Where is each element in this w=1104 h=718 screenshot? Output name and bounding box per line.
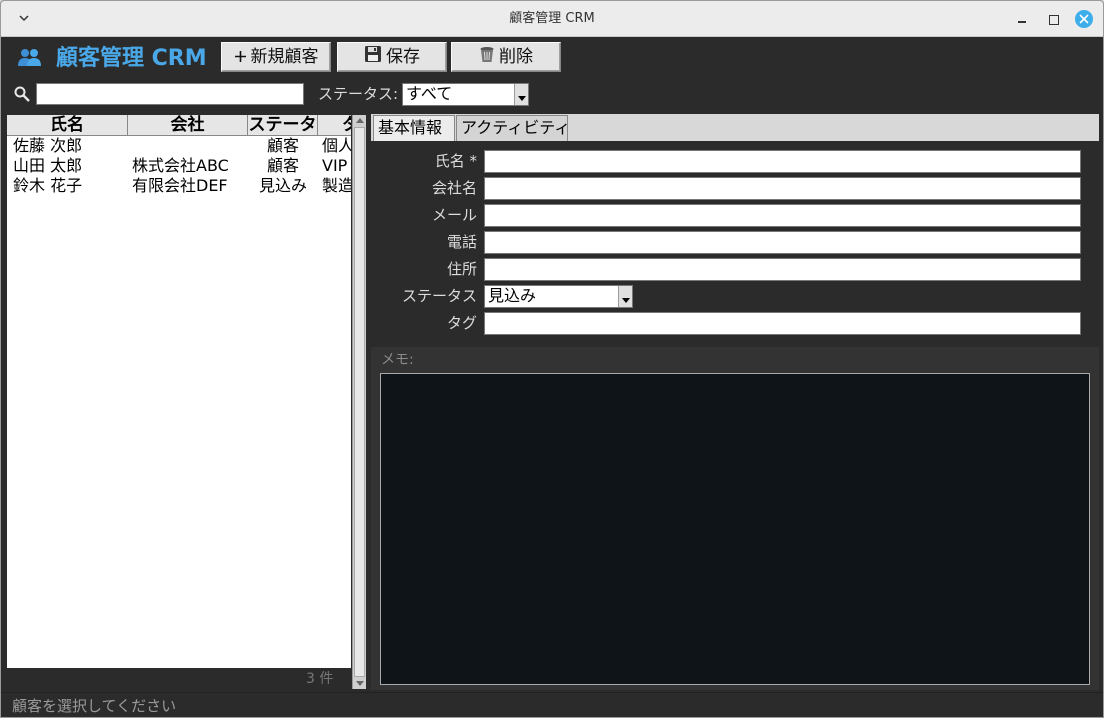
basic-info-form: 氏名 * 会社名 メール 電話 住所 ステータス 見込み タグ <box>371 141 1099 347</box>
name-label: 氏名 * <box>434 152 477 170</box>
table-row[interactable]: 佐藤 次郎 顧客 個人 <box>7 136 351 156</box>
close-button[interactable] <box>1075 10 1093 28</box>
app-window: 顧客管理 CRM 顧客管理 CRM 新規顧客 保存 削除 ステータス: すべて … <box>0 0 1104 718</box>
customer-table: 氏名 会社 ステータ タ 佐藤 次郎 顧客 個人 山田 太郎 株式会社ABC 顧… <box>7 115 351 668</box>
window-title: 顧客管理 CRM <box>509 11 595 26</box>
customer-detail-panel: 基本情報 アクティビティ 氏名 * 会社名 メール 電話 住所 ステータス 見込… <box>371 114 1099 690</box>
delete-button[interactable]: 削除 <box>451 42 561 72</box>
delete-label: 削除 <box>499 47 533 67</box>
new-customer-label: 新規顧客 <box>250 47 319 67</box>
floppy-disk-icon <box>364 44 382 72</box>
column-header-tag[interactable]: タ <box>318 115 351 136</box>
status-filter-value: すべて <box>406 84 453 103</box>
table-row[interactable]: 鈴木 花子 有限会社DEF 見込み 製造 <box>7 176 351 196</box>
save-button[interactable]: 保存 <box>337 42 447 72</box>
cell-tag: 個人 <box>322 136 351 155</box>
cell-name: 鈴木 花子 <box>13 176 83 195</box>
customer-list-panel: 氏名 会社 ステータ タ 佐藤 次郎 顧客 個人 山田 太郎 株式会社ABC 顧… <box>6 114 367 690</box>
memo-section: メモ: <box>371 347 1099 690</box>
cell-status: 顧客 <box>266 136 299 155</box>
address-field[interactable] <box>484 258 1081 281</box>
dropdown-arrow-icon <box>618 286 632 307</box>
cell-name: 山田 太郎 <box>13 156 83 175</box>
table-row[interactable]: 山田 太郎 株式会社ABC 顧客 VIP <box>7 156 351 176</box>
status-select-value: 見込み <box>488 286 537 305</box>
dropdown-arrow-icon <box>514 84 528 105</box>
memo-label: メモ: <box>381 352 414 368</box>
cell-name: 佐藤 次郎 <box>13 136 83 155</box>
memo-textarea[interactable] <box>380 373 1090 685</box>
search-input[interactable] <box>36 83 304 105</box>
new-customer-button[interactable]: 新規顧客 <box>221 42 331 72</box>
status-select[interactable]: 見込み <box>484 285 633 308</box>
app-title-text: 顧客管理 CRM <box>55 46 207 71</box>
trash-icon <box>479 44 495 72</box>
app-title: 顧客管理 CRM <box>17 43 207 73</box>
column-header-status[interactable]: ステータ <box>248 115 318 136</box>
record-count: 3 件 <box>306 671 334 687</box>
toolbar: 顧客管理 CRM 新規顧客 保存 削除 <box>1 37 1103 79</box>
table-header: 氏名 会社 ステータ タ <box>7 115 351 136</box>
cell-status: 見込み <box>258 176 307 195</box>
plus-icon <box>234 44 247 72</box>
column-header-company[interactable]: 会社 <box>128 115 248 136</box>
tag-label: タグ <box>446 314 477 332</box>
status-filter-select[interactable]: すべて <box>402 83 529 106</box>
scrollbar-thumb[interactable] <box>354 127 365 677</box>
email-field[interactable] <box>484 204 1081 227</box>
people-icon <box>17 46 50 70</box>
status-filter-label: ステータス: <box>318 85 399 103</box>
phone-label: 電話 <box>446 233 477 251</box>
column-header-name[interactable]: 氏名 <box>7 115 128 136</box>
scroll-up-icon[interactable] <box>356 118 364 123</box>
scroll-down-icon[interactable] <box>356 681 364 686</box>
tab-basic-info[interactable]: 基本情報 <box>373 115 455 141</box>
status-label: ステータス <box>401 287 477 305</box>
tab-bar: 基本情報 アクティビティ <box>371 114 1099 141</box>
search-bar: ステータス: すべて <box>1 79 1103 113</box>
cell-status: 顧客 <box>266 156 299 175</box>
tag-field[interactable] <box>484 312 1081 335</box>
cell-tag: 製造 <box>322 176 351 195</box>
maximize-button[interactable] <box>1044 10 1062 28</box>
table-scrollbar[interactable] <box>352 115 366 689</box>
status-message: 顧客を選択してください <box>12 697 177 715</box>
cell-tag: VIP <box>322 156 348 175</box>
close-icon <box>1079 14 1089 24</box>
search-icon <box>13 85 31 103</box>
company-label: 会社名 <box>431 179 477 197</box>
name-field[interactable] <box>484 150 1081 173</box>
minimize-button[interactable] <box>1013 10 1031 28</box>
address-label: 住所 <box>446 260 477 278</box>
tab-activity[interactable]: アクティビティ <box>456 115 570 141</box>
cell-company: 株式会社ABC <box>132 156 229 175</box>
phone-field[interactable] <box>484 231 1081 254</box>
save-label: 保存 <box>386 47 420 67</box>
company-field[interactable] <box>484 177 1081 200</box>
title-bar: 顧客管理 CRM <box>1 1 1103 37</box>
status-bar: 顧客を選択してください <box>1 692 1103 717</box>
cell-company: 有限会社DEF <box>132 176 228 195</box>
email-label: メール <box>431 206 477 224</box>
